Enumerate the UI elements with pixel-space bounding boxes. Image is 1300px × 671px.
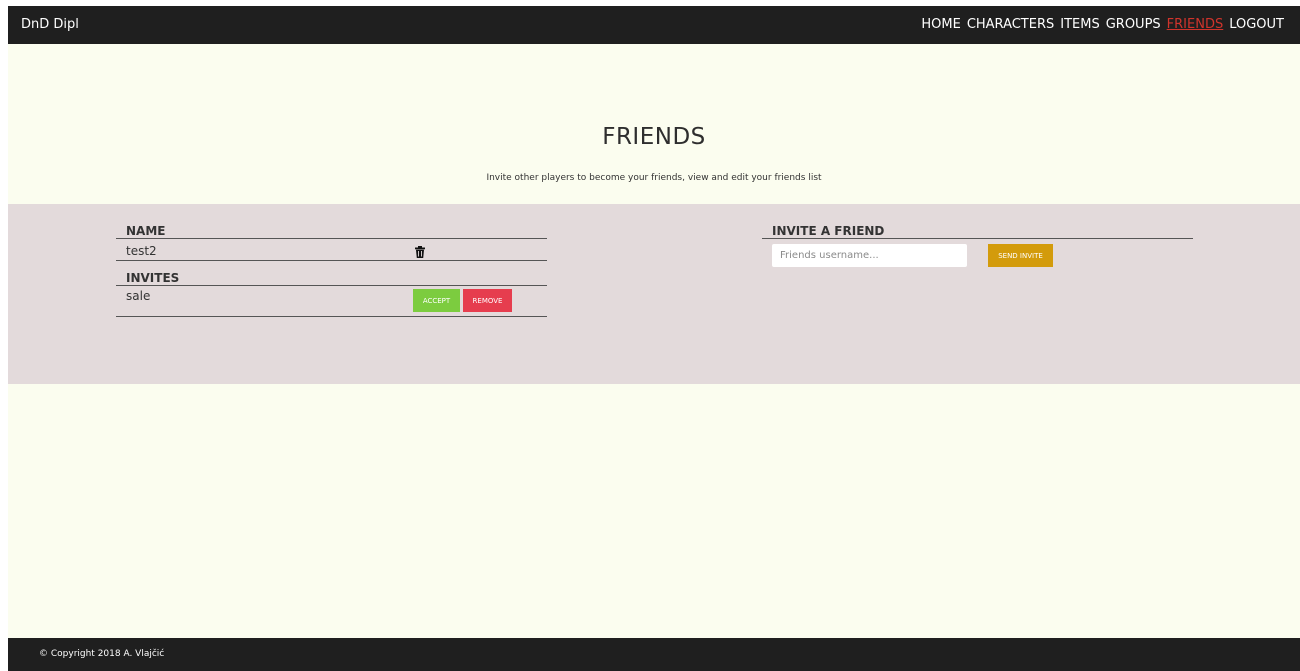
nav-items[interactable]: ITEMS — [1060, 17, 1099, 32]
divider — [762, 238, 1193, 239]
divider — [116, 316, 547, 317]
nav-logout[interactable]: LOGOUT — [1229, 17, 1284, 32]
nav-friends[interactable]: FRIENDS — [1167, 17, 1224, 32]
trash-icon[interactable] — [415, 246, 425, 258]
brand-logo[interactable]: DnD Dipl — [21, 17, 79, 32]
nav-characters[interactable]: CHARACTERS — [967, 17, 1054, 32]
remove-button[interactable]: REMOVE — [463, 289, 512, 312]
copyright-text: © Copyright 2018 A. Vlajčić — [39, 649, 165, 659]
divider — [116, 260, 547, 261]
page-subtitle: Invite other players to become your frie… — [486, 173, 822, 183]
divider — [116, 285, 547, 286]
nav-groups[interactable]: GROUPS — [1106, 17, 1161, 32]
invites-header: INVITES — [126, 271, 180, 285]
navbar: DnD Dipl HOME CHARACTERS ITEMS GROUPS FR… — [8, 6, 1300, 44]
name-column-header: NAME — [126, 224, 166, 238]
page-title: FRIENDS — [602, 124, 706, 150]
username-input[interactable] — [772, 244, 967, 267]
invite-name: sale — [126, 289, 151, 303]
nav-links: HOME CHARACTERS ITEMS GROUPS FRIENDS LOG… — [921, 17, 1284, 32]
accept-button[interactable]: ACCEPT — [413, 289, 460, 312]
friends-panel — [8, 204, 1300, 384]
nav-home[interactable]: HOME — [921, 17, 960, 32]
send-invite-button[interactable]: SEND INVITE — [988, 244, 1053, 267]
friend-name: test2 — [126, 244, 157, 258]
page: DnD Dipl HOME CHARACTERS ITEMS GROUPS FR… — [8, 6, 1300, 671]
invite-header: INVITE A FRIEND — [772, 224, 885, 238]
divider — [116, 238, 547, 239]
footer: © Copyright 2018 A. Vlajčić — [8, 638, 1300, 671]
